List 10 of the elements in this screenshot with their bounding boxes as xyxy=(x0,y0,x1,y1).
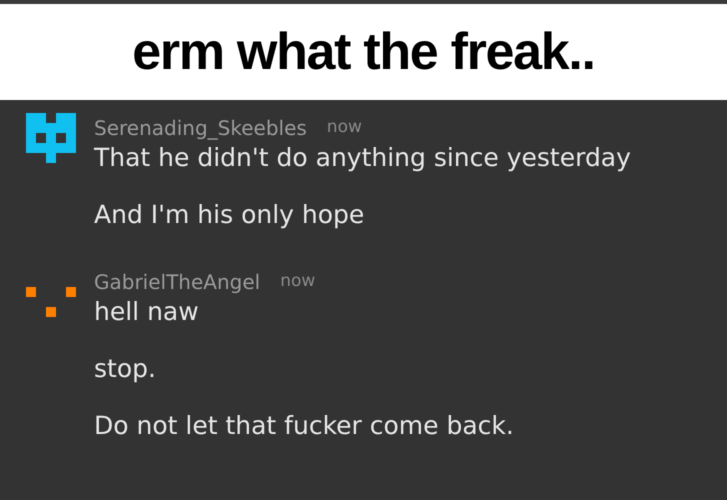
username: Serenading_Skeebles xyxy=(94,115,307,142)
message-text: And I'm his only hope xyxy=(94,200,366,231)
message-text: stop. xyxy=(94,354,157,385)
caption: erm what the freak.. xyxy=(132,26,595,78)
username: GabrielTheAngel xyxy=(94,269,260,296)
timestamp: now xyxy=(280,270,316,294)
message-text: hell naw xyxy=(94,297,200,328)
message-text: Do not let that fucker come back. xyxy=(94,411,514,442)
message-text: That he didn't do anything since yesterday xyxy=(94,143,631,174)
timestamp: now xyxy=(326,116,362,140)
